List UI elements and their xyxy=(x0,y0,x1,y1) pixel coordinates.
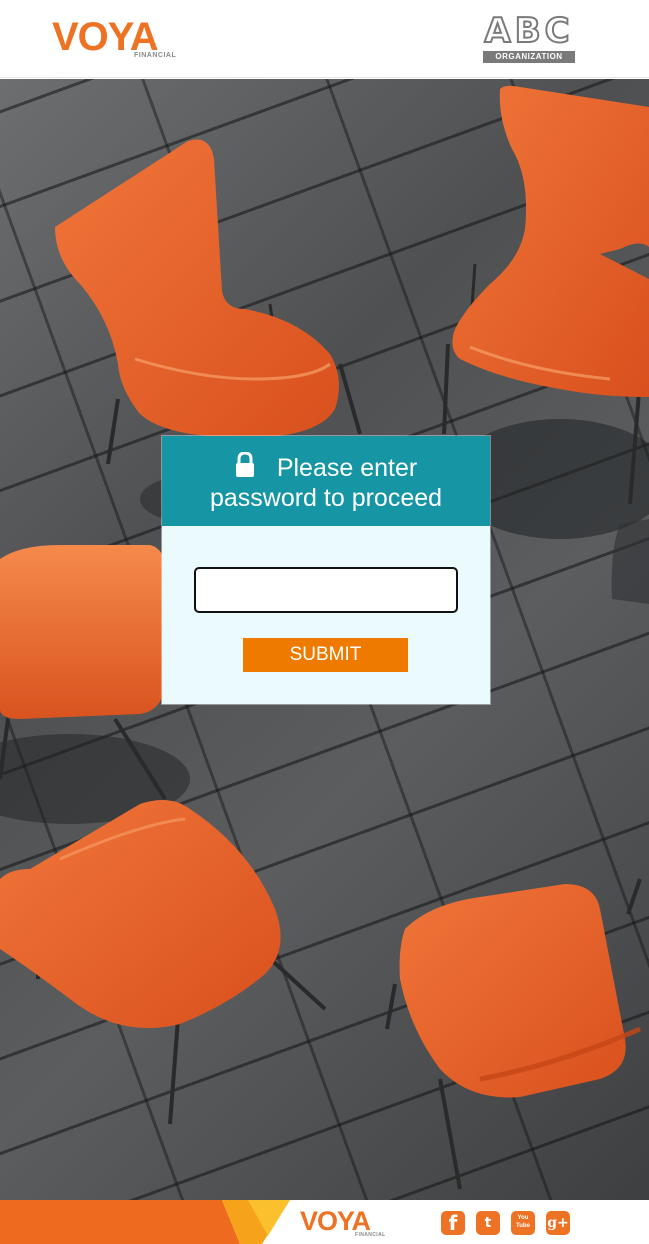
password-dialog: Please enter password to proceed SUBMIT xyxy=(162,436,490,704)
youtube-icon[interactable]: You Tube xyxy=(511,1211,535,1235)
header: VOYA FINANCIAL ABC ORGANIZATION xyxy=(0,0,649,78)
lock-icon xyxy=(235,452,254,477)
voya-logo-subtext: FINANCIAL xyxy=(134,52,177,59)
footer-voya-logo[interactable]: VOYA FINANCIAL xyxy=(300,1206,390,1242)
google-plus-icon[interactable]: g+ xyxy=(546,1211,570,1235)
footer-voya-logo-subtext: FINANCIAL xyxy=(355,1232,386,1238)
chair-lower-right xyxy=(385,878,642,1190)
password-dialog-title-line-1: Please enter xyxy=(162,452,490,483)
chair-lower-left xyxy=(0,800,327,1125)
youtube-icon-text-top: You xyxy=(517,1215,529,1221)
organization-logo: ABC ORGANIZATION xyxy=(481,11,577,64)
twitter-icon[interactable]: t xyxy=(476,1211,500,1235)
voya-logo[interactable]: VOYA FINANCIAL xyxy=(52,14,192,64)
password-dialog-title-line-2: password to proceed xyxy=(209,484,443,512)
chair-right-edge xyxy=(611,519,649,604)
submit-button[interactable]: SUBMIT xyxy=(243,638,408,672)
footer: VOYA FINANCIAL f t You Tube g+ xyxy=(0,1200,649,1244)
youtube-icon-text-bottom: Tube xyxy=(516,1223,530,1229)
password-dialog-title-text-1: Please enter xyxy=(276,454,418,482)
facebook-icon[interactable]: f xyxy=(441,1211,465,1235)
password-dialog-header: Please enter password to proceed xyxy=(162,436,490,526)
chair-top-left xyxy=(55,139,362,465)
organization-logo-text: ABC xyxy=(483,11,574,51)
password-input[interactable] xyxy=(194,567,458,613)
page: VOYA FINANCIAL ABC ORGANIZATION Please e… xyxy=(0,0,649,1244)
organization-logo-subtext: ORGANIZATION xyxy=(483,51,575,63)
